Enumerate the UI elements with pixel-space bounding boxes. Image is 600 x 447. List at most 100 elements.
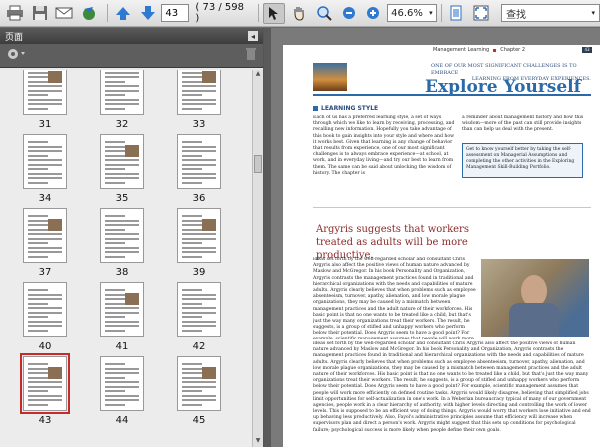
thumbnail-text-line (182, 293, 216, 296)
page-number-input[interactable] (161, 4, 190, 22)
column-2-text: a reminder about management history and … (462, 115, 584, 133)
thumbnail-text-line (28, 385, 62, 388)
page-thumbnail[interactable]: 32 (91, 70, 153, 134)
search-placeholder: 查找 (506, 9, 527, 21)
scroll-down-icon[interactable]: ▼ (253, 437, 263, 447)
page-thumbnail[interactable]: 35 (91, 134, 153, 208)
text-select-icon[interactable] (263, 2, 286, 24)
page-thumbnail[interactable]: 37 (14, 208, 76, 282)
thumbnail-text-line (182, 376, 202, 379)
thumbnail-text-line (28, 103, 62, 105)
thumbnail-text-line (28, 320, 62, 323)
save-icon[interactable] (29, 3, 51, 24)
thumbnail-text-line (182, 403, 202, 406)
thumbnail-text-line (182, 381, 216, 383)
running-head-title: Management Learning (433, 47, 490, 53)
thumbnail-text-line (182, 141, 202, 143)
hand-tool-icon[interactable] (288, 3, 310, 24)
thumbnail-text-line (28, 298, 62, 300)
thumbnail-text-line (182, 177, 216, 179)
thumbnail-text-line (182, 325, 216, 327)
thumbnail-text-line (105, 242, 125, 244)
page-thumbnail[interactable]: 40 (14, 282, 76, 356)
thumbnail-text-line (105, 390, 125, 392)
zoom-out-icon[interactable] (338, 3, 360, 24)
thumbnail-text-line (28, 325, 62, 327)
thumbnail-text-line (105, 107, 125, 110)
thumbnail-label: 45 (192, 415, 206, 426)
page-thumbnail[interactable]: 42 (168, 282, 230, 356)
page-thumbnail[interactable]: 43 (14, 353, 76, 430)
thumbnail-text-line (28, 363, 48, 365)
page-thumbnail[interactable]: 41 (91, 282, 153, 356)
zoom-tool-icon[interactable] (313, 3, 335, 24)
thumbnail-label: 41 (115, 341, 129, 352)
thumbnail-text-line (105, 376, 125, 379)
thumbnail-text-line (105, 85, 139, 87)
thumbnail-text-line (182, 145, 216, 148)
thumbnail-label: 43 (38, 415, 52, 426)
print-icon[interactable] (4, 3, 26, 24)
thumbnail-text-line (182, 320, 216, 323)
thumbnail-label: 40 (38, 341, 52, 352)
thumbnail-image (100, 282, 144, 337)
page-thumbnail[interactable]: 38 (91, 208, 153, 282)
zoom-level-select[interactable]: 46.6% ▾ (387, 4, 437, 22)
full-screen-icon[interactable] (470, 3, 492, 24)
thumbnail-image (177, 70, 221, 115)
thumbnail-text-line (105, 141, 125, 143)
thumbnail-text-line (182, 228, 202, 231)
document-page: Management Learning Chapter 2 43 ONE OF … (283, 45, 600, 447)
thumbnail-text-line (105, 159, 139, 161)
thumbnail-text-line (182, 390, 202, 392)
section-heading: LEARNING STYLE (313, 105, 378, 112)
thumbnail-text-line (182, 289, 202, 291)
main-toolbar: ( 73 / 598 ) 46.6% ▾ 查找 ▾ (0, 0, 600, 27)
thumbnail-image (20, 353, 70, 414)
thumbnail-text-line (182, 255, 202, 258)
previous-page-icon[interactable] (112, 3, 134, 24)
search-input[interactable]: 查找 ▾ (501, 4, 600, 22)
page-count-label: ( 73 / 598 ) (195, 2, 245, 24)
thumbnail-text-line (28, 242, 48, 244)
thumbnail-image (23, 282, 67, 337)
document-view[interactable]: Management Learning Chapter 2 43 ONE OF … (271, 28, 600, 447)
scroll-up-icon[interactable]: ▲ (253, 70, 263, 80)
page-thumbnail[interactable]: 36 (168, 134, 230, 208)
thumbnail-image (100, 208, 144, 263)
collaborate-icon[interactable] (78, 3, 100, 24)
fit-page-icon[interactable] (446, 3, 468, 24)
page-thumbnail[interactable]: 31 (14, 70, 76, 134)
thumbnail-text-line (105, 94, 125, 96)
thumbnail-text-line (105, 76, 139, 78)
thumbnail-text-line (182, 172, 216, 175)
next-page-icon[interactable] (137, 3, 159, 24)
thumbnail-text-line (28, 80, 48, 83)
thumbnail-image (23, 134, 67, 189)
thumbnail-text-line (105, 154, 125, 157)
thumbnail-label: 31 (38, 119, 52, 130)
thumbnail-text-line (105, 394, 139, 397)
thumbnail-text-line (28, 89, 62, 92)
panel-toolbar (0, 44, 263, 68)
page-thumbnail[interactable]: 33 (168, 70, 230, 134)
thumbnail-text-line (105, 403, 125, 406)
body-text-bottom: ideas set forth by the well-regarded sch… (313, 341, 591, 433)
page-thumbnail[interactable]: 44 (91, 356, 153, 430)
scrollbar-thumb[interactable] (254, 155, 262, 173)
delete-page-icon[interactable] (245, 47, 257, 64)
thumbnail-text-line (28, 107, 48, 110)
thumbnail-scrollbar[interactable]: ▲ ▼ (252, 70, 263, 447)
thumbnail-text-line (182, 163, 216, 166)
page-thumbnail[interactable]: 45 (168, 356, 230, 430)
thumbnail-text-line (105, 233, 139, 235)
page-thumbnail[interactable]: 34 (14, 134, 76, 208)
page-thumbnail[interactable]: 39 (168, 208, 230, 282)
email-icon[interactable] (53, 3, 75, 24)
panel-splitter[interactable] (264, 28, 271, 447)
thumbnail-text-line (182, 168, 202, 170)
thumbnail-text-line (28, 181, 48, 184)
close-panel-icon[interactable]: ◂ (248, 31, 258, 41)
zoom-in-icon[interactable] (362, 3, 384, 24)
options-gear-icon[interactable] (6, 47, 26, 64)
